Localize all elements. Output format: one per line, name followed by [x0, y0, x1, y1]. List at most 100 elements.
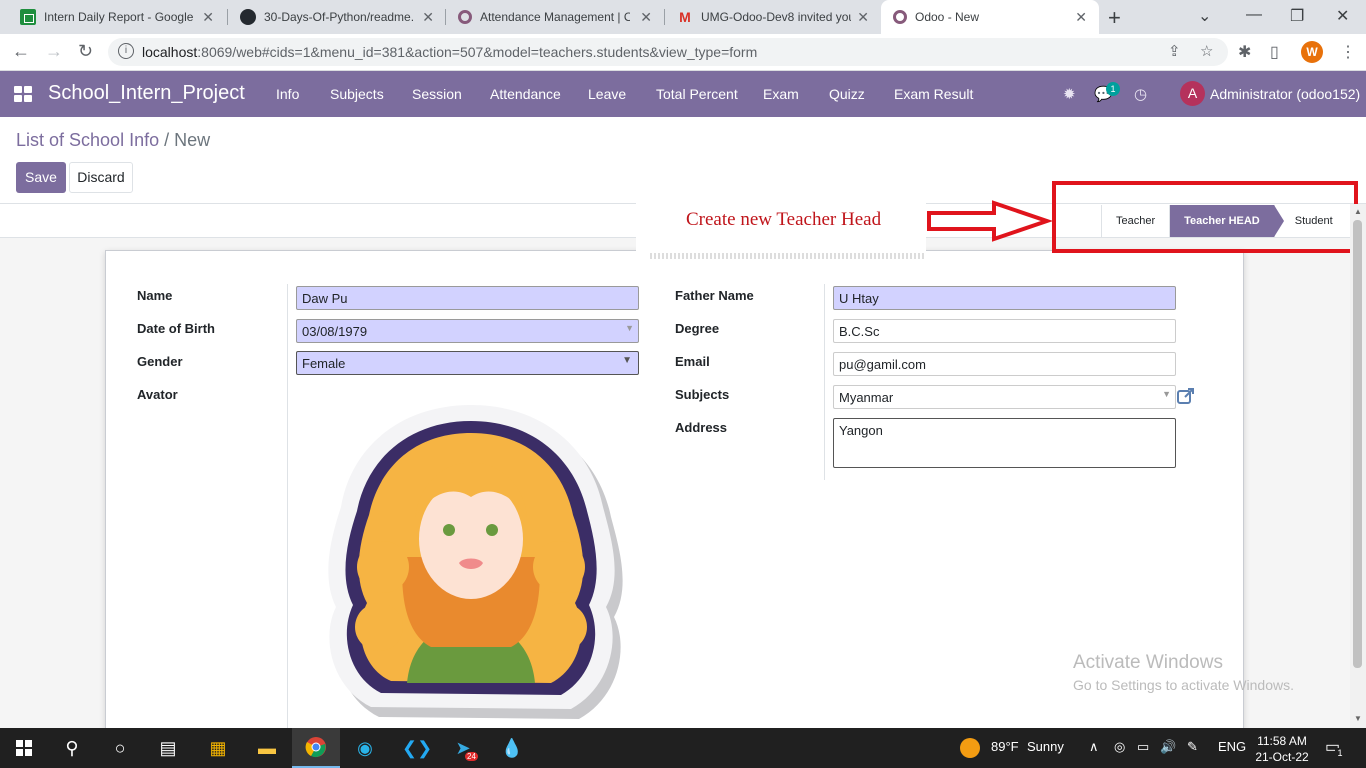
- taskbar-telegram[interactable]: ➤ 24: [439, 728, 487, 768]
- browser-tab-gmail[interactable]: M UMG-Odoo-Dev8 invited you ✕: [665, 0, 881, 34]
- discard-button[interactable]: Discard: [69, 162, 133, 193]
- tray-camera-icon[interactable]: ◎: [1114, 739, 1125, 755]
- back-icon[interactable]: ←: [12, 41, 30, 62]
- taskbar-cortana[interactable]: ○: [96, 728, 144, 768]
- weather-desc[interactable]: Sunny: [1027, 739, 1064, 754]
- tab-search-icon[interactable]: ⌄: [1198, 6, 1211, 26]
- browser-tab-python[interactable]: 30-Days-Of-Python/readme.md ✕: [228, 0, 446, 34]
- window-close-icon[interactable]: ✕: [1336, 6, 1349, 26]
- extensions-icon[interactable]: ✱: [1238, 42, 1251, 62]
- gender-value: Female: [302, 356, 346, 371]
- user-avatar[interactable]: A: [1180, 81, 1205, 106]
- debug-bug-icon[interactable]: ✹: [1063, 85, 1076, 103]
- weather-sun-icon[interactable]: [960, 738, 980, 758]
- avatar-image[interactable]: [311, 397, 631, 727]
- paint-drop-icon: 💧: [500, 738, 524, 758]
- taskbar-task-view[interactable]: ▤: [144, 728, 192, 768]
- menu-leave[interactable]: Leave: [588, 86, 626, 102]
- activate-windows-title: Activate Windows: [1073, 652, 1223, 673]
- activity-clock-icon[interactable]: ◷: [1134, 85, 1147, 103]
- taskbar-search[interactable]: ⚲: [48, 728, 96, 768]
- menu-exam-result[interactable]: Exam Result: [894, 86, 973, 102]
- task-view-icon: ▤: [159, 738, 177, 758]
- chevron-down-icon: ▼: [622, 355, 632, 366]
- tab-title: Odoo - New: [915, 10, 980, 24]
- dob-label: Date of Birth: [137, 321, 215, 336]
- close-icon[interactable]: ✕: [857, 9, 869, 26]
- reload-icon[interactable]: ↻: [78, 41, 93, 62]
- address-bar[interactable]: i localhost:8069/web#cids=1&menu_id=381&…: [108, 38, 1228, 66]
- side-panel-icon[interactable]: ▯: [1270, 42, 1279, 62]
- taskbar-chrome[interactable]: [292, 728, 340, 768]
- subjects-value: Myanmar: [839, 390, 894, 405]
- tab-title: Intern Daily Report - Google Sh: [44, 10, 194, 24]
- profile-avatar[interactable]: W: [1301, 41, 1323, 63]
- edge-icon: ◉: [357, 738, 373, 758]
- apps-menu-icon[interactable]: [14, 86, 32, 102]
- browser-tab-odoo-new[interactable]: Odoo - New ✕: [881, 0, 1099, 34]
- browser-tab-strip: Intern Daily Report - Google Sh ✕ 30-Day…: [0, 0, 1366, 34]
- save-button[interactable]: Save: [16, 162, 66, 193]
- tray-overflow-icon[interactable]: ∧: [1089, 739, 1099, 755]
- father-name-label: Father Name: [675, 288, 754, 303]
- gender-select[interactable]: Female ▼: [296, 351, 639, 375]
- tab-title: 30-Days-Of-Python/readme.md: [264, 10, 414, 24]
- menu-total-percent[interactable]: Total Percent: [656, 86, 738, 102]
- browser-menu-icon[interactable]: ⋮: [1340, 42, 1356, 62]
- taskbar-explorer[interactable]: ▬: [243, 728, 291, 768]
- degree-field[interactable]: B.C.Sc: [833, 319, 1176, 343]
- user-menu[interactable]: Administrator (odoo152): [1210, 86, 1360, 102]
- tab-title: Attendance Management | Odoo: [480, 10, 630, 24]
- browser-tab-attendance[interactable]: Attendance Management | Odoo ✕: [446, 0, 664, 34]
- email-field[interactable]: pu@gamil.com: [833, 352, 1176, 376]
- browser-tab-intern-report[interactable]: Intern Daily Report - Google Sh ✕: [8, 0, 226, 34]
- external-link-icon[interactable]: [1177, 387, 1195, 405]
- site-info-icon[interactable]: i: [118, 43, 134, 59]
- annotation-arrow-icon: [927, 200, 1052, 242]
- close-icon[interactable]: ✕: [640, 9, 652, 26]
- chevron-down-icon: ▼: [1162, 389, 1171, 399]
- language-indicator[interactable]: ENG: [1218, 739, 1246, 754]
- bookmark-star-icon[interactable]: ☆: [1200, 42, 1213, 60]
- dob-field[interactable]: 03/08/1979 ▼: [296, 319, 639, 343]
- scroll-up-icon[interactable]: ▲: [1354, 207, 1362, 216]
- menu-subjects[interactable]: Subjects: [330, 86, 384, 102]
- breadcrumb-parent[interactable]: List of School Info: [16, 130, 159, 150]
- subjects-field[interactable]: Myanmar ▼: [833, 385, 1176, 409]
- forward-icon[interactable]: →: [45, 41, 63, 62]
- name-field[interactable]: Daw Pu: [296, 286, 639, 310]
- scroll-down-icon[interactable]: ▼: [1354, 714, 1362, 723]
- scrollbar-thumb[interactable]: [1353, 220, 1362, 668]
- clock[interactable]: 11:58 AM 21-Oct-22: [1254, 733, 1310, 765]
- new-tab-icon[interactable]: +: [1108, 5, 1121, 31]
- breadcrumb: List of School Info / New: [16, 130, 210, 151]
- menu-quizz[interactable]: Quizz: [829, 86, 865, 102]
- father-name-field[interactable]: U Htay: [833, 286, 1176, 310]
- share-icon[interactable]: ⇪: [1168, 42, 1181, 60]
- pen-icon[interactable]: ✎: [1187, 739, 1198, 755]
- menu-exam[interactable]: Exam: [763, 86, 799, 102]
- close-icon[interactable]: ✕: [202, 9, 214, 26]
- menu-attendance[interactable]: Attendance: [490, 86, 561, 102]
- taskbar-vscode[interactable]: ❮❯: [390, 728, 438, 768]
- subjects-label: Subjects: [675, 387, 730, 402]
- volume-icon[interactable]: 🔊: [1160, 739, 1176, 755]
- taskbar-edge[interactable]: ◉: [341, 728, 389, 768]
- address-textarea[interactable]: Yangon: [833, 418, 1176, 468]
- app-brand[interactable]: School_Intern_Project: [48, 82, 245, 105]
- menu-info[interactable]: Info: [276, 86, 299, 102]
- browser-toolbar: ← → ↻ i localhost:8069/web#cids=1&menu_i…: [0, 34, 1366, 71]
- menu-session[interactable]: Session: [412, 86, 462, 102]
- battery-icon[interactable]: ▭: [1137, 739, 1149, 755]
- start-button[interactable]: [0, 728, 48, 768]
- windows-logo-icon: [16, 740, 32, 756]
- taskbar-paint[interactable]: 💧: [488, 728, 536, 768]
- minimize-icon[interactable]: —: [1246, 6, 1262, 24]
- taskbar-store[interactable]: ▦: [194, 728, 242, 768]
- restore-icon[interactable]: ❐: [1290, 6, 1304, 26]
- close-icon[interactable]: ✕: [1075, 9, 1087, 26]
- weather-temp[interactable]: 89°F: [991, 739, 1019, 754]
- close-icon[interactable]: ✕: [422, 9, 434, 26]
- search-icon: ⚲: [65, 738, 79, 758]
- url-text[interactable]: localhost:8069/web#cids=1&menu_id=381&ac…: [142, 44, 757, 60]
